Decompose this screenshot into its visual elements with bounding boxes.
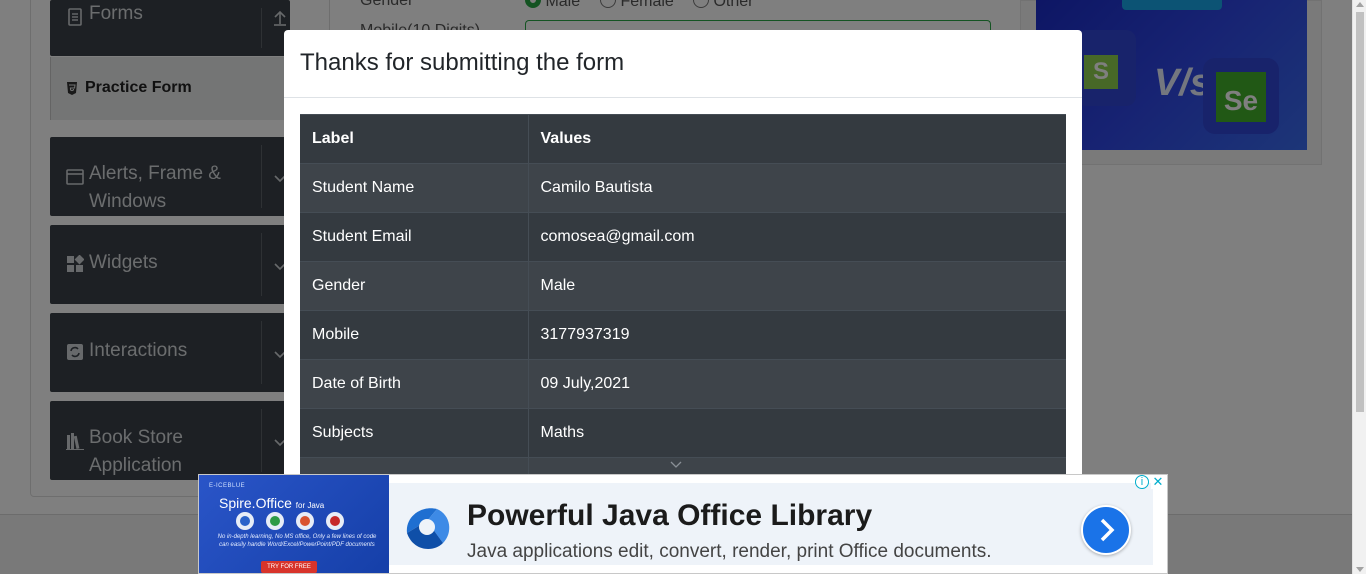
ad-open-button[interactable] xyxy=(1081,505,1131,555)
row-value: Maths xyxy=(528,408,1066,458)
ad-logo-icon xyxy=(406,508,450,549)
row-label: Subjects xyxy=(300,408,529,458)
ad-title: Powerful Java Office Library xyxy=(467,499,873,532)
table-header-values: Values xyxy=(528,114,1066,164)
ad-product-text: Spire.Office xyxy=(219,495,292,511)
chevron-down-icon xyxy=(670,461,681,468)
modal-title: Thanks for submitting the form xyxy=(300,49,625,76)
table-row: Date of Birth 09 July,2021 xyxy=(300,359,1066,409)
ad-close-icon[interactable]: ✕ xyxy=(1151,475,1165,489)
scrollbar-thumb[interactable] xyxy=(1356,12,1364,412)
ad-content[interactable]: Powerful Java Office Library Java applic… xyxy=(389,483,1153,565)
row-label: Date of Birth xyxy=(300,359,529,409)
submission-table: Label Values Student Name Camilo Bautist… xyxy=(300,114,1066,490)
modal-header: Thanks for submitting the form xyxy=(284,30,1082,98)
row-value: 3177937319 xyxy=(528,310,1066,360)
table-row: Subjects Maths xyxy=(300,408,1066,458)
ad-product-name: Spire.Office for Java xyxy=(219,495,324,511)
table-header-label: Label xyxy=(300,114,529,164)
ad-subtitle: Java applications edit, convert, render,… xyxy=(467,541,992,562)
chevron-right-icon xyxy=(1100,518,1115,542)
table-header-row: Label Values xyxy=(300,114,1066,164)
row-value: Male xyxy=(528,261,1066,311)
row-value: Camilo Bautista xyxy=(528,163,1066,213)
table-row: Gender Male xyxy=(300,261,1066,311)
try-free-button[interactable]: TRY FOR FREE xyxy=(261,561,317,573)
row-label: Gender xyxy=(300,261,529,311)
table-row: Student Email comosea@gmail.com xyxy=(300,212,1066,262)
bottom-ad[interactable]: E-ICEBLUE Spire.Office for Java No in-de… xyxy=(198,474,1168,574)
row-value: 09 July,2021 xyxy=(528,359,1066,409)
row-label: Mobile xyxy=(300,310,529,360)
ad-product-suffix: for Java xyxy=(295,501,325,510)
row-value: comosea@gmail.com xyxy=(528,212,1066,262)
submission-modal: Thanks for submitting the form Label Val… xyxy=(284,30,1082,490)
office-apps-icon xyxy=(236,512,344,530)
ad-info-icon[interactable]: i xyxy=(1135,475,1149,489)
row-label: Student Name xyxy=(300,163,529,213)
table-row: Mobile 3177937319 xyxy=(300,310,1066,360)
scroll-down-icon[interactable] xyxy=(1356,567,1364,572)
row-label: Student Email xyxy=(300,212,529,262)
ad-brand: E-ICEBLUE xyxy=(209,483,246,489)
ad-product-panel: E-ICEBLUE Spire.Office for Java No in-de… xyxy=(199,475,389,573)
scroll-up-icon[interactable] xyxy=(1356,2,1364,7)
table-row: Student Name Camilo Bautista xyxy=(300,163,1066,213)
ad-blurb: No in-depth learning, No MS office, Only… xyxy=(217,534,377,548)
page-scrollbar[interactable] xyxy=(1352,0,1366,574)
